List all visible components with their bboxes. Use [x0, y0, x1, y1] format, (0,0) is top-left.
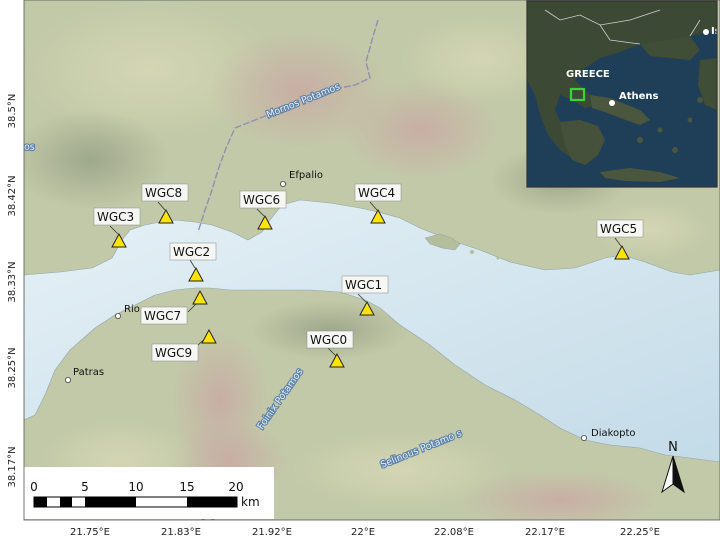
efpalio-label: Efpalio — [289, 170, 323, 181]
latitude-labels: 38.5°N 38.42°N 38.33°N 38.25°N 38.17°N — [7, 94, 18, 488]
lon-label: 22.08°E — [434, 527, 474, 538]
scale-bar: 0 5 10 15 20 km — [24, 467, 274, 519]
station-label: WGC3 — [97, 210, 134, 224]
inset-city-label: Athens — [619, 91, 659, 102]
bottom-edge-label: Achaea — [200, 519, 235, 530]
lat-label: 38.17°N — [7, 446, 18, 487]
lon-label: 22.25°E — [620, 527, 660, 538]
lon-label: 22°E — [351, 527, 375, 538]
map-frame: Mornos Potamos Foinix Potamos Selinous P… — [0, 0, 720, 541]
lat-label: 38.42°N — [7, 175, 18, 216]
lat-label: 38.25°N — [7, 347, 18, 388]
patras-dot — [65, 376, 72, 383]
patras-label: Patras — [73, 367, 104, 378]
scale-tick-label: 20 — [228, 480, 243, 494]
lon-label: 22.17°E — [525, 527, 565, 538]
scale-tick-label: 15 — [179, 480, 194, 494]
scale-tick-label: 5 — [81, 480, 89, 494]
station-label: WGC0 — [310, 333, 347, 347]
lat-label: 38.33°N — [7, 261, 18, 302]
station-label: WGC1 — [345, 278, 382, 292]
diakopto-dot — [581, 434, 588, 441]
station-label: WGC6 — [243, 193, 280, 207]
scale-tick-label: 0 — [30, 480, 38, 494]
lon-label: 21.75°E — [70, 527, 110, 538]
station-label: WGC9 — [155, 346, 192, 360]
lat-label: 38.5°N — [7, 94, 18, 129]
lon-label: 21.92°E — [252, 527, 292, 538]
diakopto-label: Diakopto — [591, 428, 636, 439]
inset-country-label: GREECE — [566, 69, 610, 80]
station-label: WGC5 — [600, 222, 637, 236]
left-edge-label: os — [24, 142, 35, 153]
rio-dot — [115, 312, 122, 319]
athens-dot — [609, 100, 615, 106]
station-label: WGC8 — [145, 186, 182, 200]
map-svg: Mornos Potamos Foinix Potamos Selinous P… — [7, 0, 720, 538]
station-label: WGC4 — [358, 186, 395, 200]
scale-unit: km — [241, 495, 260, 509]
north-label: N — [668, 440, 678, 455]
rio-label: Rio — [124, 304, 140, 315]
inset-map: Athens GREECE Is — [526, 0, 718, 188]
station-label: WGC7 — [144, 309, 181, 323]
lon-label: 21.83°E — [161, 527, 201, 538]
longitude-labels: 21.75°E 21.83°E 21.92°E 22°E 22.08°E 22.… — [70, 527, 660, 538]
efpalio-dot — [279, 180, 286, 187]
station-label: WGC2 — [173, 245, 210, 259]
scale-tick-label: 10 — [128, 480, 143, 494]
